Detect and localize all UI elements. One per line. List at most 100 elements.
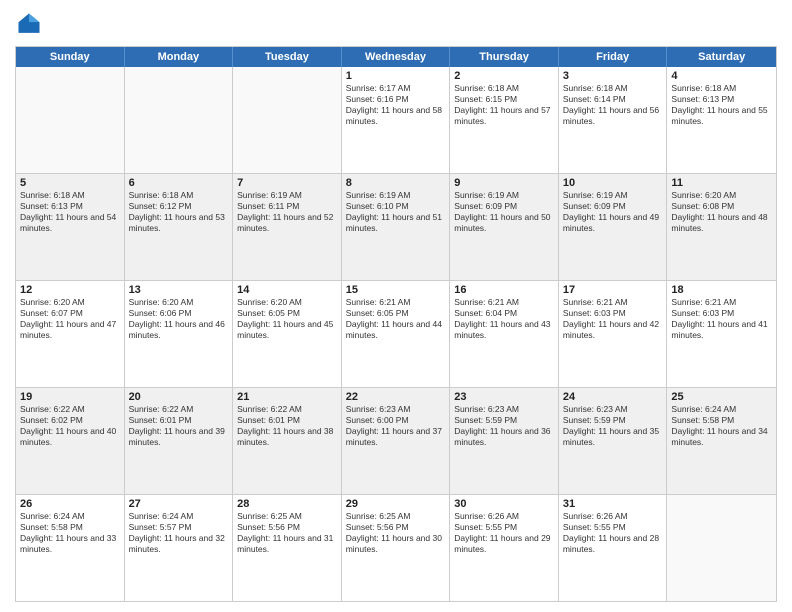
- day-number: 1: [346, 70, 446, 82]
- cell-info: Sunrise: 6:19 AMSunset: 6:09 PMDaylight:…: [563, 190, 663, 234]
- cell-info: Sunrise: 6:18 AMSunset: 6:13 PMDaylight:…: [671, 83, 772, 127]
- calendar-cell: 16Sunrise: 6:21 AMSunset: 6:04 PMDayligh…: [450, 281, 559, 387]
- day-number: 17: [563, 284, 663, 296]
- day-number: 16: [454, 284, 554, 296]
- day-number: 22: [346, 391, 446, 403]
- cell-info: Sunrise: 6:20 AMSunset: 6:08 PMDaylight:…: [671, 190, 772, 234]
- calendar-cell: 31Sunrise: 6:26 AMSunset: 5:55 PMDayligh…: [559, 495, 668, 601]
- cell-info: Sunrise: 6:21 AMSunset: 6:05 PMDaylight:…: [346, 297, 446, 341]
- calendar-cell: 29Sunrise: 6:25 AMSunset: 5:56 PMDayligh…: [342, 495, 451, 601]
- calendar-cell: 3Sunrise: 6:18 AMSunset: 6:14 PMDaylight…: [559, 67, 668, 173]
- day-number: 14: [237, 284, 337, 296]
- header-day-friday: Friday: [559, 47, 668, 67]
- calendar-cell: 24Sunrise: 6:23 AMSunset: 5:59 PMDayligh…: [559, 388, 668, 494]
- cell-info: Sunrise: 6:26 AMSunset: 5:55 PMDaylight:…: [563, 511, 663, 555]
- calendar-cell: 27Sunrise: 6:24 AMSunset: 5:57 PMDayligh…: [125, 495, 234, 601]
- cell-info: Sunrise: 6:17 AMSunset: 6:16 PMDaylight:…: [346, 83, 446, 127]
- day-number: 4: [671, 70, 772, 82]
- cell-info: Sunrise: 6:18 AMSunset: 6:14 PMDaylight:…: [563, 83, 663, 127]
- calendar-cell: 21Sunrise: 6:22 AMSunset: 6:01 PMDayligh…: [233, 388, 342, 494]
- logo: [15, 10, 47, 38]
- day-number: 20: [129, 391, 229, 403]
- day-number: 7: [237, 177, 337, 189]
- header-day-tuesday: Tuesday: [233, 47, 342, 67]
- calendar-row-4: 26Sunrise: 6:24 AMSunset: 5:58 PMDayligh…: [16, 494, 776, 601]
- cell-info: Sunrise: 6:22 AMSunset: 6:02 PMDaylight:…: [20, 404, 120, 448]
- cell-info: Sunrise: 6:26 AMSunset: 5:55 PMDaylight:…: [454, 511, 554, 555]
- cell-info: Sunrise: 6:20 AMSunset: 6:07 PMDaylight:…: [20, 297, 120, 341]
- calendar-cell: [667, 495, 776, 601]
- cell-info: Sunrise: 6:18 AMSunset: 6:13 PMDaylight:…: [20, 190, 120, 234]
- calendar-cell: 14Sunrise: 6:20 AMSunset: 6:05 PMDayligh…: [233, 281, 342, 387]
- day-number: 25: [671, 391, 772, 403]
- day-number: 3: [563, 70, 663, 82]
- day-number: 12: [20, 284, 120, 296]
- cell-info: Sunrise: 6:25 AMSunset: 5:56 PMDaylight:…: [237, 511, 337, 555]
- header-day-saturday: Saturday: [667, 47, 776, 67]
- day-number: 19: [20, 391, 120, 403]
- cell-info: Sunrise: 6:23 AMSunset: 6:00 PMDaylight:…: [346, 404, 446, 448]
- calendar-cell: 2Sunrise: 6:18 AMSunset: 6:15 PMDaylight…: [450, 67, 559, 173]
- calendar-body: 1Sunrise: 6:17 AMSunset: 6:16 PMDaylight…: [16, 67, 776, 601]
- cell-info: Sunrise: 6:21 AMSunset: 6:04 PMDaylight:…: [454, 297, 554, 341]
- cell-info: Sunrise: 6:23 AMSunset: 5:59 PMDaylight:…: [454, 404, 554, 448]
- calendar-cell: 22Sunrise: 6:23 AMSunset: 6:00 PMDayligh…: [342, 388, 451, 494]
- calendar-cell: 26Sunrise: 6:24 AMSunset: 5:58 PMDayligh…: [16, 495, 125, 601]
- cell-info: Sunrise: 6:18 AMSunset: 6:15 PMDaylight:…: [454, 83, 554, 127]
- day-number: 9: [454, 177, 554, 189]
- cell-info: Sunrise: 6:19 AMSunset: 6:11 PMDaylight:…: [237, 190, 337, 234]
- calendar-row-2: 12Sunrise: 6:20 AMSunset: 6:07 PMDayligh…: [16, 280, 776, 387]
- calendar-cell: 6Sunrise: 6:18 AMSunset: 6:12 PMDaylight…: [125, 174, 234, 280]
- day-number: 21: [237, 391, 337, 403]
- day-number: 23: [454, 391, 554, 403]
- calendar-cell: 15Sunrise: 6:21 AMSunset: 6:05 PMDayligh…: [342, 281, 451, 387]
- day-number: 11: [671, 177, 772, 189]
- calendar-cell: 1Sunrise: 6:17 AMSunset: 6:16 PMDaylight…: [342, 67, 451, 173]
- calendar-row-0: 1Sunrise: 6:17 AMSunset: 6:16 PMDaylight…: [16, 67, 776, 173]
- cell-info: Sunrise: 6:25 AMSunset: 5:56 PMDaylight:…: [346, 511, 446, 555]
- calendar-header: SundayMondayTuesdayWednesdayThursdayFrid…: [16, 47, 776, 67]
- calendar-cell: 10Sunrise: 6:19 AMSunset: 6:09 PMDayligh…: [559, 174, 668, 280]
- day-number: 30: [454, 498, 554, 510]
- cell-info: Sunrise: 6:24 AMSunset: 5:58 PMDaylight:…: [20, 511, 120, 555]
- cell-info: Sunrise: 6:23 AMSunset: 5:59 PMDaylight:…: [563, 404, 663, 448]
- day-number: 28: [237, 498, 337, 510]
- day-number: 18: [671, 284, 772, 296]
- day-number: 26: [20, 498, 120, 510]
- cell-info: Sunrise: 6:22 AMSunset: 6:01 PMDaylight:…: [129, 404, 229, 448]
- day-number: 6: [129, 177, 229, 189]
- cell-info: Sunrise: 6:19 AMSunset: 6:09 PMDaylight:…: [454, 190, 554, 234]
- calendar-cell: 9Sunrise: 6:19 AMSunset: 6:09 PMDaylight…: [450, 174, 559, 280]
- calendar-cell: 30Sunrise: 6:26 AMSunset: 5:55 PMDayligh…: [450, 495, 559, 601]
- calendar-cell: [125, 67, 234, 173]
- calendar-cell: 19Sunrise: 6:22 AMSunset: 6:02 PMDayligh…: [16, 388, 125, 494]
- cell-info: Sunrise: 6:20 AMSunset: 6:05 PMDaylight:…: [237, 297, 337, 341]
- calendar-cell: 25Sunrise: 6:24 AMSunset: 5:58 PMDayligh…: [667, 388, 776, 494]
- logo-icon: [15, 10, 43, 38]
- cell-info: Sunrise: 6:22 AMSunset: 6:01 PMDaylight:…: [237, 404, 337, 448]
- calendar-row-3: 19Sunrise: 6:22 AMSunset: 6:02 PMDayligh…: [16, 387, 776, 494]
- calendar-cell: 28Sunrise: 6:25 AMSunset: 5:56 PMDayligh…: [233, 495, 342, 601]
- day-number: 27: [129, 498, 229, 510]
- calendar-cell: 12Sunrise: 6:20 AMSunset: 6:07 PMDayligh…: [16, 281, 125, 387]
- calendar: SundayMondayTuesdayWednesdayThursdayFrid…: [15, 46, 777, 602]
- cell-info: Sunrise: 6:21 AMSunset: 6:03 PMDaylight:…: [671, 297, 772, 341]
- calendar-cell: 8Sunrise: 6:19 AMSunset: 6:10 PMDaylight…: [342, 174, 451, 280]
- calendar-cell: 18Sunrise: 6:21 AMSunset: 6:03 PMDayligh…: [667, 281, 776, 387]
- header-day-monday: Monday: [125, 47, 234, 67]
- cell-info: Sunrise: 6:19 AMSunset: 6:10 PMDaylight:…: [346, 190, 446, 234]
- header: [15, 10, 777, 38]
- day-number: 24: [563, 391, 663, 403]
- calendar-cell: 4Sunrise: 6:18 AMSunset: 6:13 PMDaylight…: [667, 67, 776, 173]
- cell-info: Sunrise: 6:24 AMSunset: 5:58 PMDaylight:…: [671, 404, 772, 448]
- day-number: 13: [129, 284, 229, 296]
- page: SundayMondayTuesdayWednesdayThursdayFrid…: [0, 0, 792, 612]
- day-number: 8: [346, 177, 446, 189]
- day-number: 29: [346, 498, 446, 510]
- calendar-row-1: 5Sunrise: 6:18 AMSunset: 6:13 PMDaylight…: [16, 173, 776, 280]
- calendar-cell: 20Sunrise: 6:22 AMSunset: 6:01 PMDayligh…: [125, 388, 234, 494]
- calendar-cell: [16, 67, 125, 173]
- calendar-cell: 11Sunrise: 6:20 AMSunset: 6:08 PMDayligh…: [667, 174, 776, 280]
- cell-info: Sunrise: 6:24 AMSunset: 5:57 PMDaylight:…: [129, 511, 229, 555]
- day-number: 15: [346, 284, 446, 296]
